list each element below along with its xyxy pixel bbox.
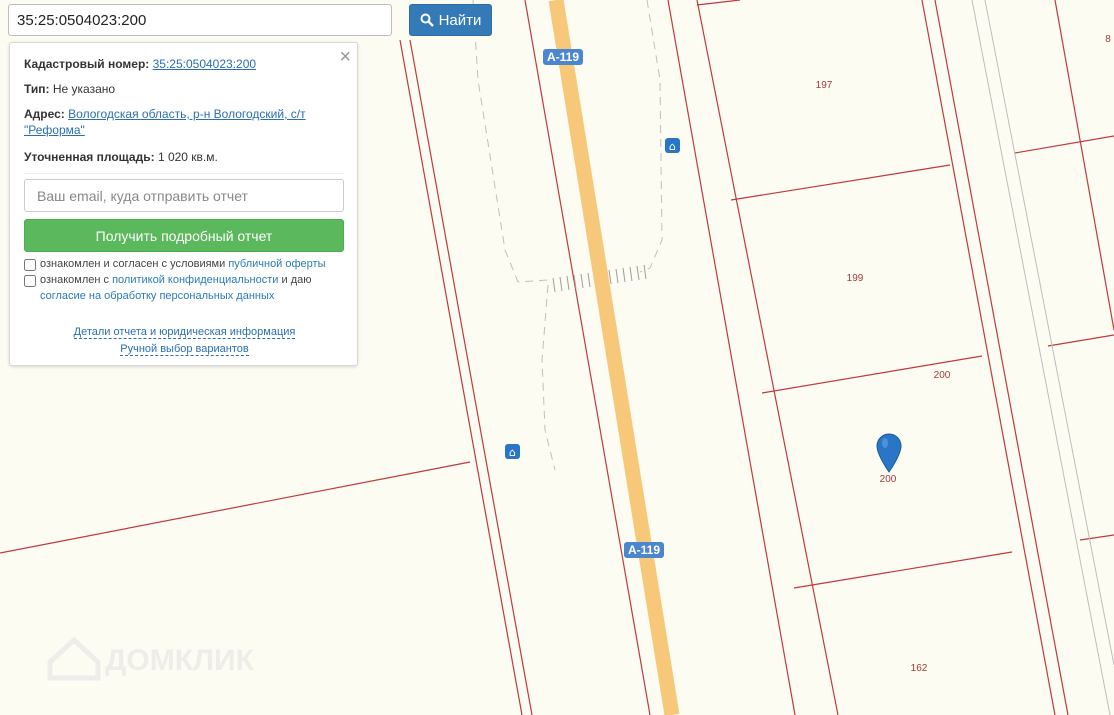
public-offer-link[interactable]: публичной оферты [228, 258, 325, 270]
cadastral-number-link[interactable]: 35:25:0504023:200 [153, 57, 256, 71]
type-value: Не указано [52, 82, 116, 96]
data-processing-link[interactable]: согласие на обработку персональных данны… [40, 290, 274, 302]
type-label: Тип: [24, 82, 50, 96]
svg-text:⌂: ⌂ [669, 140, 676, 153]
search-button-label: Найти [438, 11, 482, 29]
manual-row: Ручной выбор вариантов [10, 343, 359, 356]
road-shield-top: А-119 [543, 49, 583, 65]
rail-lines [971, 0, 1114, 715]
details-row: Детали отчета и юридическая информация [10, 326, 359, 339]
highway-road [548, 0, 680, 715]
offer-consent-text: ознакомлен и согласен с условиями публич… [40, 256, 326, 272]
road-label-bottom: А-119 [628, 543, 660, 557]
parcel-label: 197 [816, 80, 833, 91]
parcel-info-panel: × Кадастровый номер: 35:25:0504023:200 Т… [9, 42, 358, 366]
privacy-consent-checkbox[interactable] [24, 275, 36, 287]
privacy-policy-link[interactable]: политикой конфиденциальности [112, 274, 278, 286]
cadastral-search-input[interactable] [8, 4, 392, 36]
manual-selection-link[interactable]: Ручной выбор вариантов [120, 343, 249, 356]
area-label: Уточненная площадь: [24, 150, 155, 164]
road-shield-bottom: А-119 [624, 542, 664, 558]
search-button[interactable]: Найти [409, 4, 492, 36]
road-label-top: А-119 [547, 50, 579, 64]
address-row: Адрес: Вологодская область, р-н Вологодс… [24, 106, 329, 138]
type-row: Тип: Не указано [24, 81, 329, 97]
close-icon[interactable]: × [339, 47, 351, 67]
parcel-label: 200 [880, 474, 897, 485]
bus-stop-icon[interactable]: ⌂ [505, 444, 520, 459]
search-icon [420, 13, 434, 27]
divider [24, 173, 344, 174]
privacy-consent-label: ознакомлен с [40, 274, 113, 286]
address-label: Адрес: [24, 107, 65, 121]
data-consent-text: согласие на обработку персональных данны… [40, 288, 274, 304]
svg-text:⌂: ⌂ [509, 446, 516, 459]
area-value: 1 020 кв.м. [157, 150, 218, 164]
offer-consent-checkbox[interactable] [24, 259, 36, 271]
domclick-watermark: ДОМКЛИК [47, 636, 255, 681]
get-report-button[interactable]: Получить подробный отчет [24, 219, 344, 252]
cadastral-label: Кадастровый номер: [24, 57, 150, 71]
area-row: Уточненная площадь: 1 020 кв.м. [24, 149, 329, 165]
email-field[interactable] [24, 179, 344, 212]
location-pin-icon[interactable] [876, 433, 902, 473]
report-details-link[interactable]: Детали отчета и юридическая информация [73, 326, 296, 339]
privacy-consent-label-b: и даю [278, 274, 312, 286]
bus-stop-icon[interactable]: ⌂ [665, 138, 680, 153]
parcel-label: 199 [847, 273, 864, 284]
offer-consent-label: ознакомлен и согласен с условиями [40, 258, 229, 270]
cadastral-row: Кадастровый номер: 35:25:0504023:200 [24, 56, 329, 72]
address-link[interactable]: Вологодская область, р-н Вологодский, с/… [68, 107, 305, 121]
parcel-label: 200 [934, 370, 951, 381]
svg-text:ДОМКЛИК: ДОМКЛИК [105, 644, 255, 677]
address-link-cont[interactable]: "Реформа" [24, 123, 85, 137]
parcel-label: 162 [911, 663, 928, 674]
privacy-consent-text: ознакомлен с политикой конфиденциальност… [40, 272, 311, 288]
parcel-label: 8 [1105, 34, 1111, 45]
